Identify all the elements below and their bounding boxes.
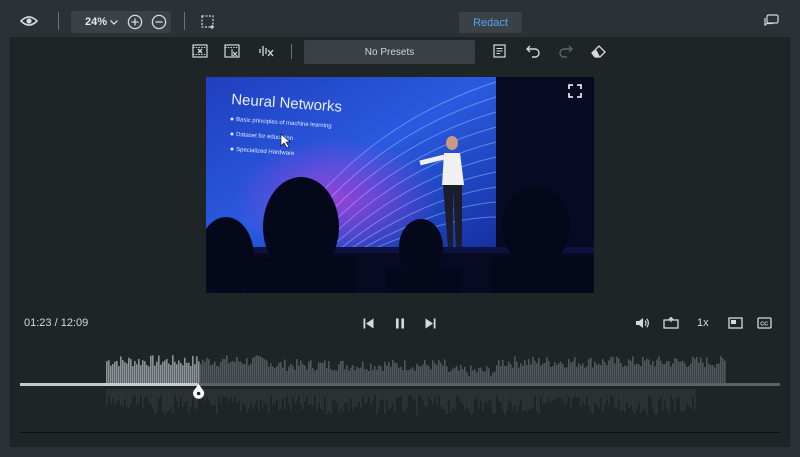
zoom-out-icon[interactable] — [150, 13, 168, 31]
chevron-down-icon[interactable] — [109, 17, 119, 27]
waveform-upper — [106, 355, 726, 383]
tab-redact[interactable]: Redact — [459, 12, 522, 33]
undo-icon[interactable] — [524, 43, 542, 59]
timecode: 01:23 / 12:09 — [24, 317, 89, 329]
top-toolbar: 24% Redact — [0, 0, 800, 42]
redact-frame-icon[interactable] — [191, 43, 209, 59]
eye-icon[interactable] — [19, 13, 39, 29]
redact-region-icon[interactable] — [223, 43, 241, 59]
captions-icon[interactable]: CC — [755, 316, 773, 330]
video-preview[interactable]: Neural Networks Basic principles of mach… — [206, 77, 594, 293]
playback-speed[interactable]: 1x — [697, 317, 709, 329]
loop-icon[interactable] — [662, 316, 680, 330]
picture-in-picture-icon[interactable] — [726, 316, 744, 330]
redo-icon[interactable] — [556, 43, 574, 59]
playhead-handle[interactable] — [193, 384, 205, 399]
comments-icon[interactable] — [762, 13, 780, 29]
toolbar-divider — [58, 12, 59, 30]
svg-text:CC: CC — [760, 322, 768, 328]
document-icon[interactable] — [491, 43, 507, 59]
zoom-in-icon[interactable] — [126, 13, 144, 31]
redaction-toolbar: No Presets — [10, 37, 790, 66]
skip-forward-icon[interactable] — [422, 316, 438, 330]
toolbar-divider — [184, 12, 185, 30]
zoom-control: 24% — [71, 11, 171, 33]
zoom-value[interactable]: 24% — [85, 16, 107, 28]
skip-back-icon[interactable] — [360, 316, 376, 330]
editor-panel: No Presets Neural Networks Basic princip… — [10, 37, 790, 447]
timeline-baseline — [20, 432, 780, 433]
fullscreen-icon[interactable] — [567, 83, 583, 99]
conference-scene-image: Neural Networks Basic principles of mach… — [206, 77, 594, 293]
audio-timeline[interactable] — [20, 349, 780, 439]
crop-selection-icon[interactable] — [199, 13, 217, 31]
volume-icon[interactable] — [633, 316, 651, 330]
preset-select[interactable]: No Presets — [304, 40, 475, 64]
timeline-progress — [20, 383, 199, 386]
toolbar-divider — [291, 44, 292, 59]
redact-audio-icon[interactable] — [257, 43, 275, 59]
eraser-icon[interactable] — [590, 43, 608, 59]
pause-icon[interactable] — [392, 316, 408, 330]
